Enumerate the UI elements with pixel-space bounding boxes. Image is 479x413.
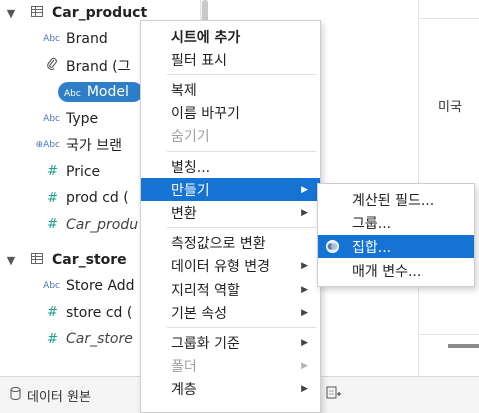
chevron-right-icon: ▶ bbox=[301, 307, 308, 318]
number-type-icon: # bbox=[47, 217, 58, 232]
field-label: Brand bbox=[66, 31, 108, 47]
submenu-item-0[interactable]: 계산된 필드... bbox=[318, 188, 474, 211]
submenu-item-label: 집합... bbox=[352, 239, 392, 256]
view-label: 미국 bbox=[438, 100, 462, 115]
menu-item-label: 데이터 유형 변경 bbox=[171, 259, 271, 276]
menu-item-3[interactable]: 복제 bbox=[141, 78, 320, 101]
field-label: store cd ( bbox=[66, 304, 133, 321]
menu-item-14[interactable]: 기본 속성 ▶ bbox=[141, 301, 320, 324]
menu-separator bbox=[167, 227, 316, 229]
menu-separator bbox=[167, 326, 316, 328]
menu-item-0[interactable]: 시트에 추가 bbox=[141, 25, 320, 48]
chevron-right-icon: ▶ bbox=[301, 384, 308, 395]
number-type-icon: # bbox=[47, 331, 58, 347]
menu-item-4[interactable]: 이름 바꾸기 bbox=[141, 102, 320, 125]
submenu-item-2[interactable]: 집합... bbox=[318, 235, 474, 258]
string-type-icon: Abc bbox=[43, 113, 60, 124]
new-worksheet-icon[interactable] bbox=[326, 385, 342, 405]
menu-item-17: 폴더 ▶ bbox=[141, 355, 320, 378]
menu-item-16[interactable]: 그룹화 기준 ▶ bbox=[141, 331, 320, 354]
menu-item-7[interactable]: 별칭... bbox=[141, 155, 320, 178]
menu-item-label: 계층 bbox=[171, 382, 197, 399]
menu-item-label: 기본 속성 bbox=[171, 305, 227, 322]
tab-data-source-label: 데이터 원본 bbox=[27, 389, 91, 405]
menu-item-8[interactable]: 만들기 ▶ bbox=[141, 178, 320, 202]
chevron-down-icon[interactable]: ▼ bbox=[0, 7, 22, 20]
menu-item-label: 이름 바꾸기 bbox=[171, 106, 240, 123]
chevron-right-icon: ▶ bbox=[301, 261, 308, 272]
geo-string-type-icon: ⊕Abc bbox=[35, 140, 60, 150]
context-menu: 시트에 추가필터 표시복제이름 바꾸기숨기기별칭... 만들기 ▶ 변환 ▶ 측정값으로 … bbox=[140, 20, 321, 413]
divider bbox=[418, 18, 479, 19]
number-type-icon: # bbox=[47, 164, 58, 179]
table-group-header[interactable]: ▼ Car_store bbox=[0, 247, 127, 273]
database-icon bbox=[10, 386, 21, 404]
horizontal-scrollbar[interactable] bbox=[448, 344, 479, 348]
submenu-item-label: 매개 변수... bbox=[352, 263, 422, 280]
number-type-icon: # bbox=[47, 305, 58, 320]
field-label: Brand (그 bbox=[66, 58, 131, 75]
table-group-header[interactable]: ▼ Car_product bbox=[0, 0, 147, 26]
menu-item-label: 복제 bbox=[171, 82, 197, 99]
menu-item-18[interactable]: 계층 ▶ bbox=[141, 378, 320, 401]
number-type-icon: # bbox=[47, 190, 58, 206]
menu-separator bbox=[167, 73, 316, 75]
field-label: prod cd ( bbox=[66, 190, 129, 206]
menu-item-label: 만들기 bbox=[171, 182, 210, 199]
menu-item-label: 별칭... bbox=[171, 159, 211, 176]
chevron-right-icon: ▶ bbox=[301, 184, 308, 195]
set-icon bbox=[326, 240, 339, 253]
submenu-item-3[interactable]: 매개 변수... bbox=[318, 259, 474, 282]
menu-item-label: 필터 표시 bbox=[171, 52, 227, 69]
chevron-right-icon: ▶ bbox=[301, 361, 308, 372]
create-submenu: 계산된 필드... 그룹... 집합... 매개 변수... bbox=[317, 183, 475, 287]
field-label: Type bbox=[66, 110, 99, 127]
chevron-down-icon[interactable]: ▼ bbox=[0, 254, 22, 267]
field-label: Store Add bbox=[66, 278, 135, 294]
paperclip-group-icon bbox=[0, 57, 66, 74]
chevron-right-icon: ▶ bbox=[301, 284, 308, 295]
table-icon bbox=[22, 6, 52, 20]
submenu-item-label: 그룹... bbox=[352, 215, 392, 232]
table-icon bbox=[22, 253, 52, 267]
field-label: Car_produ bbox=[66, 216, 139, 233]
string-type-icon: Abc bbox=[43, 281, 60, 291]
field-label: Car_store bbox=[66, 331, 133, 347]
menu-item-label: 폴더 bbox=[171, 359, 197, 376]
chevron-right-icon: ▶ bbox=[301, 337, 308, 348]
submenu-item-1[interactable]: 그룹... bbox=[318, 211, 474, 234]
string-type-icon: Abc bbox=[43, 34, 60, 44]
selected-field-pill[interactable]: Abc Model bbox=[58, 82, 143, 102]
menu-item-11[interactable]: 측정값으로 변환 bbox=[141, 232, 320, 255]
chevron-right-icon: ▶ bbox=[301, 207, 308, 218]
field-label: Price bbox=[66, 163, 101, 180]
menu-item-label: 시트에 추가 bbox=[171, 29, 241, 46]
menu-item-label: 그룹화 기준 bbox=[171, 335, 240, 352]
menu-item-label: 숨기기 bbox=[171, 129, 210, 146]
string-type-icon: Abc bbox=[64, 89, 81, 99]
tab-data-source[interactable]: 데이터 원본 bbox=[10, 377, 91, 413]
menu-item-label: 지리적 역할 bbox=[171, 282, 240, 299]
menu-item-9[interactable]: 변환 ▶ bbox=[141, 201, 320, 224]
menu-item-13[interactable]: 지리적 역할 ▶ bbox=[141, 278, 320, 301]
menu-item-label: 변환 bbox=[171, 205, 197, 222]
field-label: 국가 브랜 bbox=[66, 138, 122, 154]
menu-separator bbox=[167, 150, 316, 152]
submenu-item-label: 계산된 필드... bbox=[352, 192, 435, 209]
menu-item-5: 숨기기 bbox=[141, 125, 320, 148]
divider bbox=[418, 334, 479, 335]
menu-item-label: 측정값으로 변환 bbox=[171, 236, 266, 253]
menu-item-1[interactable]: 필터 표시 bbox=[141, 48, 320, 71]
menu-item-12[interactable]: 데이터 유형 변경 ▶ bbox=[141, 255, 320, 278]
table-name: Car_product bbox=[52, 5, 148, 21]
field-label: Model bbox=[86, 84, 129, 100]
table-name: Car_store bbox=[52, 252, 127, 268]
